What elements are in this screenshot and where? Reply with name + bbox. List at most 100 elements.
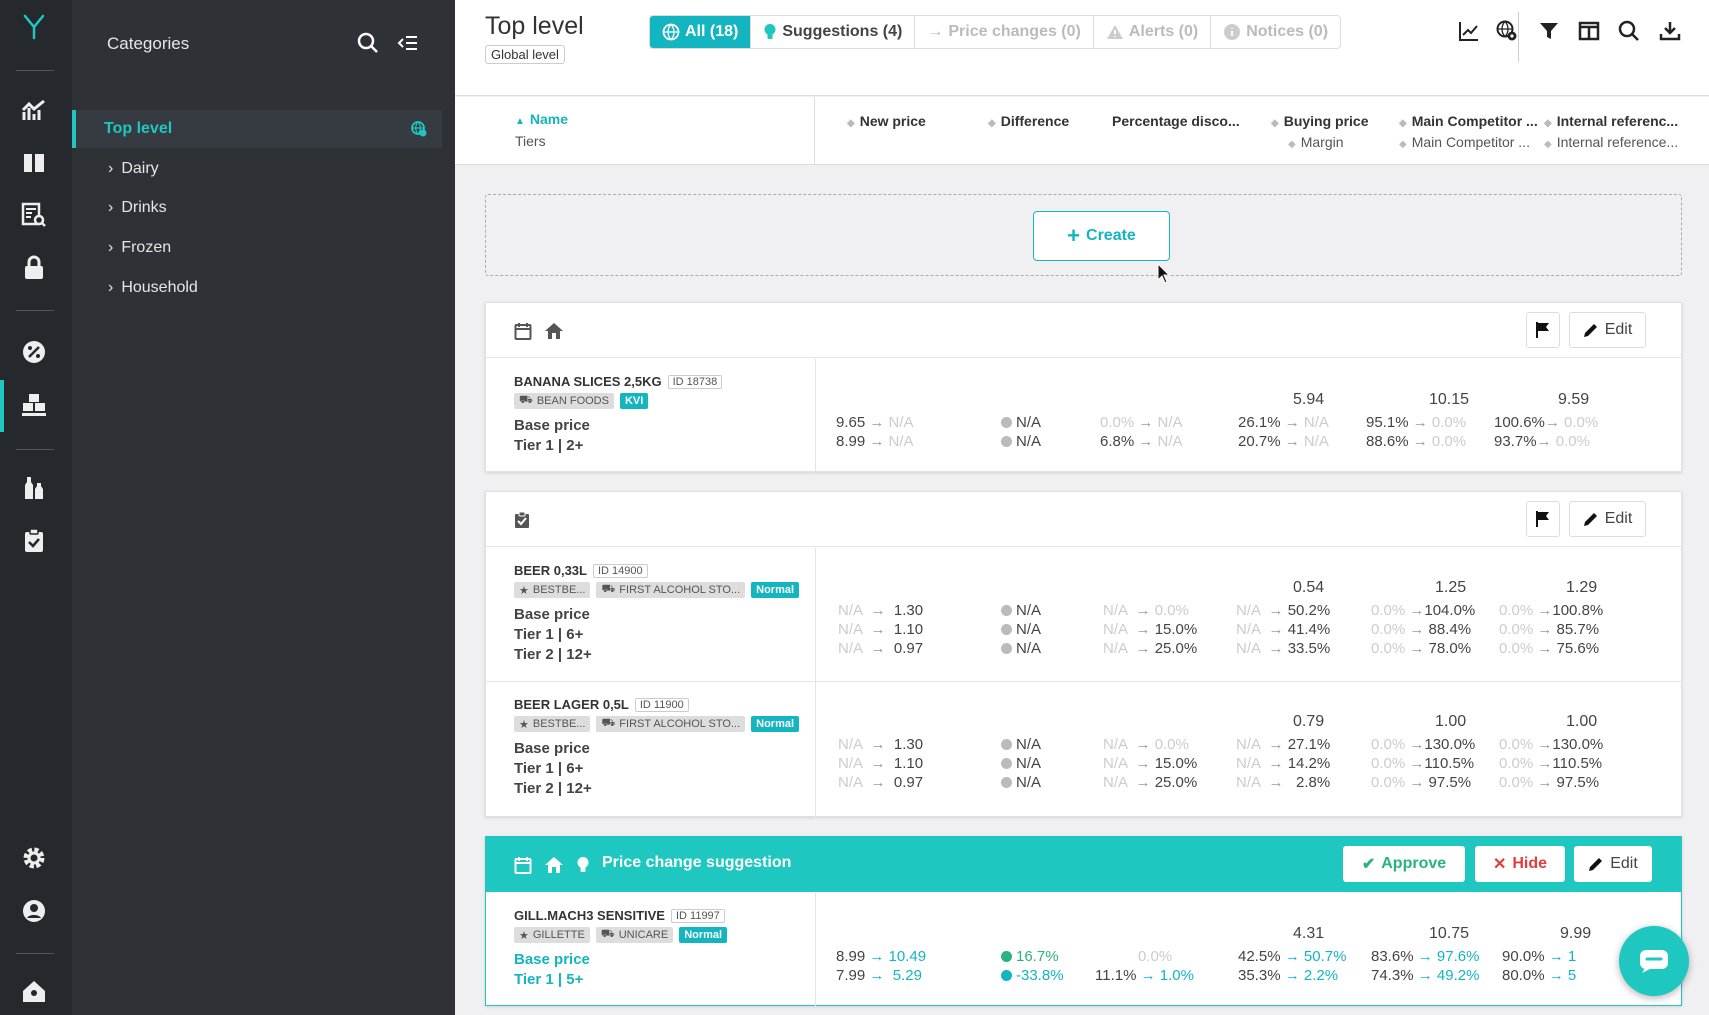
chat-bubble-icon — [1640, 950, 1668, 973]
search-icon[interactable] — [1618, 20, 1640, 42]
card-header: Edit — [486, 492, 1681, 547]
hide-button[interactable]: ✕ Hide — [1475, 846, 1565, 882]
line-chart-icon[interactable] — [1458, 20, 1480, 42]
table-row[interactable]: GILL.MACH3 SENSITIVE ID 11997 ★ GILLETTE ⛟… — [486, 893, 1681, 1007]
tab-notices[interactable]: Notices (0) — [1210, 16, 1340, 48]
sidebar-item-frozen[interactable]: › Frozen — [108, 239, 171, 257]
reference-cell: 0.0% → 75.6% — [1499, 640, 1600, 657]
tab-all[interactable]: All (18) — [650, 16, 751, 48]
col-internal-reference-sub[interactable]: ◆ Internal reference... — [1544, 134, 1678, 150]
col-internal-reference-header[interactable]: ◆ Internal referenc... — [1544, 113, 1678, 129]
star-icon: ★ — [519, 929, 529, 942]
kvi-badge: KVI — [619, 393, 649, 409]
sidebar-item-household[interactable]: › Household — [108, 279, 198, 297]
home-icon[interactable] — [16, 973, 52, 1009]
search-icon[interactable] — [357, 32, 379, 54]
clipboard-check-icon[interactable] — [16, 523, 52, 559]
flag-icon — [1536, 322, 1549, 338]
margin-cell: N/A → 2.8% — [1236, 774, 1331, 791]
supplier-tag: ⛟ FIRST ALCOHOL STO... — [596, 716, 746, 732]
calendar-icon — [514, 857, 532, 874]
approve-button[interactable]: ✔ Approve — [1343, 846, 1465, 882]
star-icon: ★ — [519, 718, 529, 731]
logo-icon[interactable] — [16, 8, 52, 44]
sidebar-item-drinks[interactable]: › Drinks — [108, 199, 167, 217]
col-buying-price-header[interactable]: ◆ Buying price — [1271, 113, 1369, 129]
table-row[interactable]: BEER LAGER 0,5L ID 11900 ★ BESTBE... ⛟ FIRS… — [486, 682, 1681, 818]
reference-cell: 0.0% →110.5% — [1499, 755, 1603, 772]
table-search-icon[interactable] — [16, 197, 52, 233]
difference-cell: N/A — [1001, 414, 1041, 431]
difference-cell: N/A — [1001, 736, 1041, 753]
table-row[interactable]: BEER 0,33L ID 14900 ★ BESTBE... ⛟ FIRST ALC… — [486, 548, 1681, 682]
margin-cell: 20.7% → N/A — [1238, 433, 1329, 450]
competitor-price-value: 1.00 — [1435, 713, 1467, 730]
buying-price-value: 4.31 — [1293, 925, 1325, 942]
product-name: BEER 0,33L ID 14900 — [514, 563, 648, 578]
sidebar-item-label: Top level — [104, 120, 173, 137]
margin-cell: 26.1% → N/A — [1238, 414, 1329, 431]
bottles-icon[interactable] — [16, 470, 52, 506]
col-new-price-header[interactable]: ◆ New price — [847, 113, 926, 129]
lock-icon[interactable] — [16, 250, 52, 286]
col-difference-header[interactable]: ◆ Difference — [988, 113, 1069, 129]
new-price-cell: N/A → 1.10 — [838, 755, 924, 772]
app-rail — [0, 0, 72, 1015]
sidebar-item-dairy[interactable]: › Dairy — [108, 160, 159, 178]
chat-launcher-button[interactable] — [1619, 926, 1689, 996]
competitor-cell: 0.0% →130.0% — [1371, 736, 1476, 753]
columns-icon[interactable] — [1578, 20, 1600, 42]
difference-cell: N/A — [1001, 433, 1041, 450]
discount-cell: 11.1% → 1.0% — [1095, 967, 1194, 984]
edit-button[interactable]: Edit — [1569, 312, 1646, 348]
difference-cell: -33.8% — [1001, 967, 1064, 984]
new-price-cell: 9.65 → N/A — [836, 414, 914, 431]
suggestion-header: Price change suggestion ✔ Approve ✕ Hide E… — [486, 837, 1681, 892]
pallet-boxes-icon[interactable] — [16, 387, 52, 423]
margin-cell: N/A → 14.2% — [1236, 755, 1331, 772]
reference-price-value: 9.59 — [1558, 391, 1590, 408]
download-icon[interactable] — [1659, 20, 1681, 42]
flag-button[interactable] — [1526, 501, 1560, 537]
reference-price-value: 9.99 — [1560, 925, 1592, 942]
edit-button[interactable]: Edit — [1569, 501, 1646, 537]
filter-icon[interactable] — [1538, 20, 1560, 42]
tier-list: Base price Tier 1 | 6+ Tier 2 | 12+ — [514, 606, 592, 663]
col-name-header[interactable]: ▲ Name — [515, 111, 568, 127]
home-icon — [545, 323, 563, 339]
product-name: BEER LAGER 0,5L ID 11900 — [514, 697, 689, 712]
tab-alerts[interactable]: Alerts (0) — [1092, 16, 1210, 48]
col-margin-header[interactable]: ◆ Margin — [1288, 134, 1344, 150]
flag-button[interactable] — [1526, 312, 1560, 348]
product-id-badge: ID 11997 — [670, 908, 725, 923]
edit-button[interactable]: Edit — [1574, 846, 1652, 882]
categories-sidebar: Categories Top level › Dairy › Drinks › Fro… — [72, 0, 455, 1015]
discount-badge-icon[interactable] — [16, 334, 52, 370]
col-main-competitor-header[interactable]: ◆ Main Competitor ... — [1399, 113, 1538, 129]
dashboard-chart-icon[interactable] — [16, 93, 52, 129]
warning-icon — [1106, 25, 1123, 39]
discount-cell: 0.0% — [1138, 948, 1173, 965]
sidebar-item-top-level[interactable]: Top level — [72, 110, 442, 148]
table-row[interactable]: BANANA SLICES 2,5KG ID 18738 ⛟ BEAN FOODS … — [486, 359, 1681, 473]
globe-cog-icon[interactable] — [411, 121, 427, 137]
create-button[interactable]: + Create — [1033, 211, 1170, 261]
brand-tag: ★ GILLETTE — [514, 927, 590, 943]
truck-icon: ⛟ — [601, 717, 616, 729]
competitor-cell: 74.3% → 49.2% — [1371, 967, 1480, 984]
competitor-cell: 88.6% → 0.0% — [1366, 433, 1467, 450]
col-percentage-discount-header[interactable]: Percentage disco... — [1112, 113, 1240, 129]
tab-suggestions[interactable]: Suggestions (4) — [750, 16, 914, 48]
settings-gear-icon[interactable] — [16, 840, 52, 876]
user-account-icon[interactable] — [16, 893, 52, 929]
collapse-sidebar-icon[interactable] — [397, 32, 419, 54]
column-header-bar: ▲ Name Tiers ◆ New price ◆ Difference Perce… — [455, 97, 1709, 165]
columns-view-icon[interactable] — [16, 145, 52, 181]
col-main-competitor-sub[interactable]: ◆ Main Competitor ... — [1399, 134, 1530, 150]
tab-price-changes[interactable]: → Price changes (0) — [914, 16, 1093, 48]
globe-settings-icon[interactable] — [1496, 20, 1518, 42]
chevron-right-icon: › — [108, 199, 114, 216]
chevron-right-icon: › — [108, 160, 114, 177]
flag-icon — [1536, 511, 1549, 527]
price-group-card: Edit BANANA SLICES 2,5KG ID 18738 ⛟ BEAN F… — [485, 302, 1682, 473]
